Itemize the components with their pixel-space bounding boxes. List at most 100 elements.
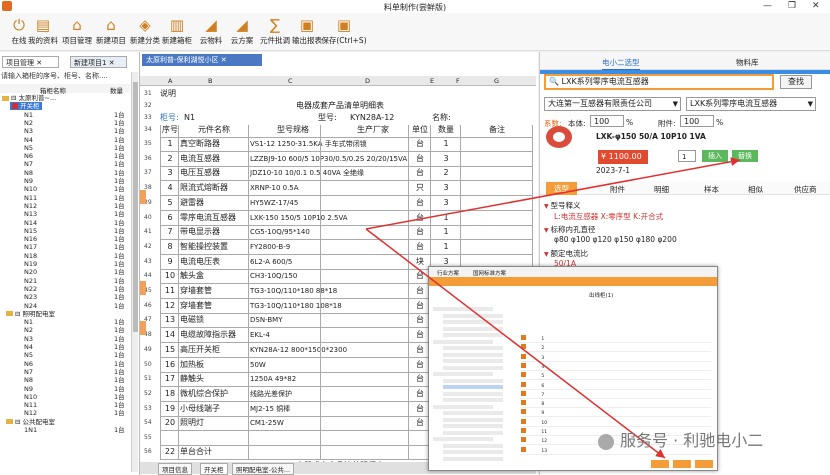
cell-seq[interactable]: 19 [162,402,178,416]
header-cell[interactable]: 备注 [462,123,532,137]
tree-item[interactable]: N19 1台 [0,260,130,268]
cell-unit[interactable]: 台 [410,387,430,401]
preview-tab-industry[interactable]: 行业方案 [437,269,459,277]
detail-tab-4[interactable]: 相似 [748,184,763,195]
cabinet-search-input[interactable]: 请输入箱柜的序号、柜号、名称.... [1,71,137,82]
cell-name[interactable]: 避雷器 [180,196,248,210]
cell-spec[interactable]: 50W [250,358,410,372]
cell-unit[interactable]: 台 [410,402,430,416]
toolbar-cloud-material-button[interactable]: ◢ 云物料 [194,15,228,46]
supplier-select[interactable]: 大连第一互感器有限责任公司 ▼ [544,97,681,111]
cell-name[interactable]: 小母线端子 [180,402,248,416]
preview-tree-item[interactable] [443,385,503,389]
preview-table-row[interactable]: 8 [521,400,711,409]
toolbar-new-project-button[interactable]: ⌂ 新建项目 [94,15,128,46]
tree-scrollbar[interactable] [131,72,138,472]
toolbar-save-button[interactable]: ▣ 保存(Ctrl+S) [320,15,368,46]
cell-qty[interactable]: 1 [432,137,460,151]
cell-spec[interactable]: LZZBJ9-10 600/5 10P30/0.5/0.2S 20/20/15V… [250,152,410,166]
row-expand-handle[interactable] [140,321,146,335]
preview-tree-item[interactable] [443,352,503,357]
tree-item[interactable]: N3 1台 [0,335,130,343]
tree-item[interactable]: N5 1台 [0,144,130,152]
tab-project-management[interactable]: 项目管理 ✕ [2,56,59,68]
cell-seq[interactable]: 3 [162,166,178,180]
cell-name[interactable]: 穿墙套管 [180,284,248,298]
cost-coefficient-input[interactable]: 100 [590,115,624,127]
cell-seq[interactable]: 16 [162,358,178,372]
toolbar-sigma-button[interactable]: ∑ 元件批调 [258,15,292,46]
cell-unit[interactable]: 台 [410,166,430,180]
close-button[interactable]: ✕ [812,1,820,11]
cell-seq[interactable]: 18 [162,387,178,401]
preview-tree-item[interactable] [443,443,503,448]
cell-total-label[interactable]: 单台合计 [180,445,248,459]
maximize-button[interactable]: ❐ [788,1,796,11]
toolbar-cabinet-button[interactable]: ▥ 新建箱柜 [160,15,194,46]
cell-seq[interactable]: 20 [162,416,178,430]
tree-item[interactable]: N22 1台 [0,285,130,293]
preview-table-row[interactable]: 4 [521,362,711,371]
tree-item[interactable]: N3 1台 [0,127,130,135]
cell-seq[interactable]: 13 [162,313,178,327]
tree-item[interactable]: N10 1台 [0,393,130,401]
preview-tree-item[interactable] [443,411,503,415]
preview-tree-item[interactable] [443,450,503,454]
cell-name[interactable]: 真空断路器 [180,137,248,151]
find-button[interactable]: 查找 [780,75,812,89]
cell-unit[interactable]: 台 [410,372,430,386]
product-search-input[interactable]: 🔍 LXK系列零序电流互感器 [544,74,774,90]
tree-item[interactable]: N13 1台 [0,210,130,218]
minimize-button[interactable]: — [763,1,772,11]
cell-qty[interactable]: 3 [432,152,460,166]
col-d[interactable]: D [365,77,370,85]
cell-seq[interactable]: 7 [162,225,178,239]
col-b[interactable]: B [208,77,212,85]
tree-item[interactable]: N21 1台 [0,277,130,285]
cell-seq[interactable]: 1 [162,137,178,151]
cell-name[interactable]: 穿墙套管 [180,299,248,313]
cell-seq[interactable]: 8 [162,240,178,254]
toolbar-cloud-plan-button[interactable]: ◢ 云方案 [225,15,259,46]
accessory-coefficient-input[interactable]: 100 [680,115,714,127]
cell-name[interactable]: 电流电压表 [180,255,248,269]
preview-table-row[interactable]: 3 [521,353,711,362]
tree-group-public[interactable]: ⊟ 公共配电室 [0,418,130,426]
toolbar-project-button[interactable]: ⌂ 项目管理 [60,15,94,46]
tree-item[interactable]: N23 1台 [0,293,130,301]
detail-tab-1[interactable]: 附件 [610,184,625,195]
cell-seq[interactable]: 4 [162,181,178,195]
preview-tab-grid[interactable]: 国网标准方案 [473,269,506,277]
cell-unit[interactable]: 块 [410,255,430,269]
tree-item[interactable]: N10 1台 [0,185,130,193]
tree-item[interactable]: N7 1台 [0,160,130,168]
cell-seq[interactable]: 10 [162,269,178,283]
preview-tree-item[interactable] [433,372,493,376]
preview-tree-item[interactable] [443,424,503,428]
tree-item[interactable]: N9 1台 [0,385,130,393]
cell-name[interactable]: 限流式熔断器 [180,181,248,195]
cell-spec[interactable]: TG3-10Q/110*180 108*18 [250,299,410,313]
preview-tree-item[interactable] [443,430,503,435]
cell-unit[interactable]: 台 [410,225,430,239]
tree-item[interactable]: N7 1台 [0,368,130,376]
cell-unit[interactable]: 台 [410,240,430,254]
tree-group-lighting[interactable]: ⊟ 照明配电室 [0,310,130,318]
cell-spec[interactable]: XRNP-10 0.5A [250,181,410,195]
preview-tree-item[interactable] [443,378,503,383]
preview-tree-item[interactable] [443,365,503,370]
header-cell[interactable]: 元件名称 [180,123,248,137]
tree-item[interactable]: N24 1台 [0,302,130,310]
cell-qty[interactable]: 3 [432,181,460,195]
sheet-tab-switchgear[interactable]: 开关柜 [200,463,228,475]
preview-table-row[interactable]: 7 [521,390,711,399]
tree-item[interactable]: N18 1台 [0,252,130,260]
cell-seq[interactable]: 9 [162,255,178,269]
cell-unit[interactable]: 台 [410,416,430,430]
preview-table-row[interactable]: 6 [521,381,711,390]
tab-xiaoer-selection[interactable]: 电小二选型 [602,57,640,71]
cell-seq[interactable]: 14 [162,328,178,342]
tree-item[interactable]: N4 1台 [0,343,130,351]
tree-item[interactable]: N17 1台 [0,243,130,251]
preview-table-row[interactable]: 5 [521,372,711,381]
